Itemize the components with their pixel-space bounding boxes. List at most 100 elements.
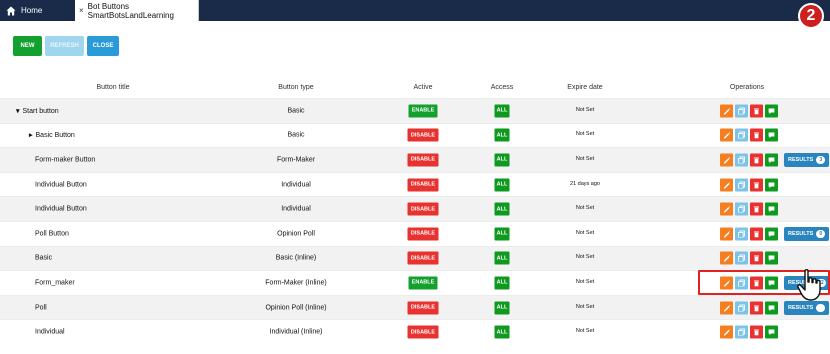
- access-all-badge[interactable]: ALL: [494, 325, 510, 339]
- copy-button[interactable]: [735, 153, 748, 167]
- chat-icon: [768, 231, 775, 237]
- refresh-button[interactable]: REFRESH: [45, 36, 84, 56]
- access-all-badge[interactable]: ALL: [494, 153, 510, 167]
- edit-button[interactable]: [720, 202, 733, 216]
- delete-button[interactable]: [750, 178, 763, 192]
- enable-badge[interactable]: ENABLE: [408, 104, 438, 118]
- delete-button[interactable]: [750, 251, 763, 265]
- expire-date: Not Set: [575, 303, 595, 310]
- button-type: Form-Maker (Inline): [265, 279, 327, 287]
- delete-button[interactable]: [750, 301, 763, 315]
- disable-badge[interactable]: DISABLE: [407, 202, 439, 216]
- copy-button[interactable]: [735, 202, 748, 216]
- button-title-text: Poll: [35, 304, 47, 312]
- copy-button[interactable]: [735, 104, 748, 118]
- disable-badge[interactable]: DISABLE: [407, 128, 439, 142]
- trash-icon: [754, 231, 759, 238]
- copy-button[interactable]: [735, 227, 748, 241]
- access-all-badge[interactable]: ALL: [494, 301, 510, 315]
- access-all-badge[interactable]: ALL: [494, 251, 510, 265]
- edit-button[interactable]: [720, 301, 733, 315]
- delete-button[interactable]: [750, 153, 763, 167]
- access-all-badge[interactable]: ALL: [494, 202, 510, 216]
- table-row[interactable]: Poll Opinion Poll (Inline) DISABLE ALL N…: [0, 294, 830, 320]
- chat-button[interactable]: [765, 325, 778, 339]
- edit-button[interactable]: [720, 128, 733, 142]
- button-type: Basic: [287, 107, 305, 115]
- button-title: Poll Button: [35, 230, 69, 237]
- copy-button[interactable]: [735, 251, 748, 265]
- table-row[interactable]: Poll Button Opinion Poll DISABLE ALL Not…: [0, 221, 830, 246]
- access-all-badge[interactable]: ALL: [494, 276, 510, 290]
- access-all-badge[interactable]: ALL: [494, 178, 510, 192]
- chat-button[interactable]: [765, 202, 778, 216]
- new-button[interactable]: NEW: [13, 36, 42, 56]
- delete-button[interactable]: [750, 227, 763, 241]
- edit-button[interactable]: [720, 325, 733, 339]
- access-all-badge[interactable]: ALL: [494, 227, 510, 241]
- disable-badge[interactable]: DISABLE: [407, 325, 439, 339]
- edit-button[interactable]: [720, 251, 733, 265]
- tab-home-label: Home: [21, 6, 43, 15]
- tab-bot-buttons-label: Bot Buttons SmartBotsLandLearning: [87, 1, 174, 20]
- table-row[interactable]: ▸ Basic Button Basic DISABLE ALL Not Set: [0, 122, 830, 148]
- delete-button[interactable]: [750, 202, 763, 216]
- chat-button[interactable]: [765, 104, 778, 118]
- disable-badge[interactable]: DISABLE: [407, 251, 439, 265]
- chat-icon: [768, 305, 775, 311]
- edit-button[interactable]: [720, 104, 733, 118]
- tab-home[interactable]: Home: [0, 0, 75, 21]
- chat-button[interactable]: [765, 153, 778, 167]
- table-row[interactable]: Basic Basic (Inline) DISABLE ALL Not Set: [0, 245, 830, 271]
- button-title-text: Basic Button: [35, 132, 75, 140]
- table-row[interactable]: Individual Individual (Inline) DISABLE A…: [0, 319, 830, 344]
- button-title: Individual Button: [35, 206, 87, 213]
- results-button[interactable]: RESULTS: [784, 300, 830, 315]
- disable-badge[interactable]: DISABLE: [407, 227, 439, 241]
- chevron-right-icon[interactable]: ▸: [29, 131, 33, 139]
- edit-button[interactable]: [720, 227, 733, 241]
- disable-badge[interactable]: DISABLE: [407, 153, 439, 167]
- delete-button[interactable]: [750, 104, 763, 118]
- table-row[interactable]: Individual Button Individual DISABLE ALL…: [0, 196, 830, 221]
- table-row[interactable]: Form-maker Button Form-Maker DISABLE ALL…: [0, 147, 830, 172]
- results-count: 0: [816, 229, 826, 238]
- expire-date: Not Set: [575, 254, 595, 261]
- chat-button[interactable]: [765, 128, 778, 142]
- copy-button[interactable]: [735, 128, 748, 142]
- close-button[interactable]: CLOSE: [87, 36, 119, 56]
- results-button[interactable]: RESULTS 3: [784, 152, 830, 167]
- disable-badge[interactable]: DISABLE: [407, 301, 439, 315]
- chat-button[interactable]: [765, 251, 778, 265]
- access-all-badge[interactable]: ALL: [494, 104, 510, 118]
- chevron-down-icon[interactable]: ▾: [16, 107, 20, 115]
- operations-group: [720, 153, 778, 167]
- expire-date: Not Set: [575, 131, 595, 138]
- tab-bot-buttons[interactable]: × Bot Buttons SmartBotsLandLearning: [75, 0, 199, 21]
- chat-button[interactable]: [765, 227, 778, 241]
- close-icon[interactable]: ×: [79, 6, 84, 15]
- expire-date: 21 days ago: [570, 180, 600, 187]
- results-button[interactable]: RESULTS 0: [784, 226, 830, 241]
- chat-button[interactable]: [765, 178, 778, 192]
- delete-button[interactable]: [750, 325, 763, 339]
- copy-button[interactable]: [735, 325, 748, 339]
- access-all-badge[interactable]: ALL: [494, 128, 510, 142]
- pencil-icon: [724, 255, 730, 262]
- table-row[interactable]: Individual Button Individual DISABLE ALL…: [0, 171, 830, 197]
- copy-icon: [738, 304, 745, 312]
- copy-button[interactable]: [735, 178, 748, 192]
- copy-button[interactable]: [735, 301, 748, 315]
- chat-button[interactable]: [765, 301, 778, 315]
- results-count: 3: [816, 155, 826, 164]
- table-row[interactable]: ▾ Start button Basic ENABLE ALL Not Set: [0, 98, 830, 123]
- edit-button[interactable]: [720, 178, 733, 192]
- button-title-text: Individual Button: [35, 181, 87, 189]
- chat-icon: [768, 206, 775, 213]
- disable-badge[interactable]: DISABLE: [407, 178, 439, 192]
- chat-icon: [768, 132, 775, 139]
- delete-button[interactable]: [750, 128, 763, 142]
- enable-badge[interactable]: ENABLE: [408, 276, 438, 290]
- edit-button[interactable]: [720, 153, 733, 167]
- copy-icon: [738, 131, 745, 139]
